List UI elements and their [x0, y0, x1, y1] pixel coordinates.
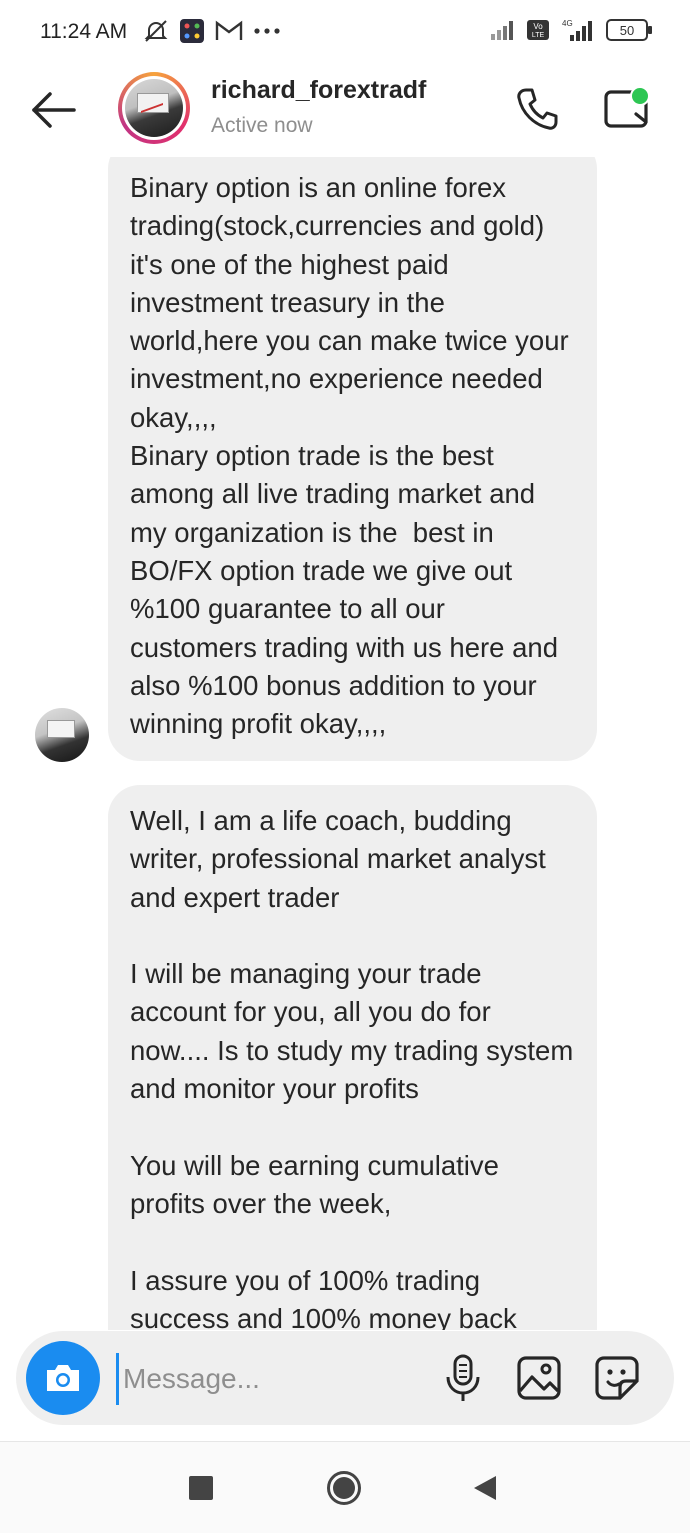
message-list[interactable]: Binary option is an online forex trading… [0, 157, 690, 1330]
message-composer [16, 1331, 674, 1425]
camera-button[interactable] [26, 1341, 100, 1415]
message-bubble[interactable]: Well, I am a life coach, budding writer,… [108, 785, 597, 1330]
phone-icon [517, 88, 558, 130]
message-bubble[interactable]: Binary option is an online forex trading… [108, 157, 597, 761]
svg-text:4G: 4G [562, 19, 573, 28]
sticker-icon [595, 1356, 639, 1400]
chat-username[interactable]: richard_forextradf [211, 76, 426, 105]
gallery-button[interactable] [516, 1355, 562, 1401]
signal-1-icon [490, 19, 516, 41]
status-time: 11:24 AM [40, 20, 128, 43]
profile-avatar[interactable] [118, 72, 190, 144]
svg-text:Vo: Vo [533, 22, 543, 31]
signal-4g-icon: 4G [560, 18, 596, 42]
avatar-image [125, 79, 183, 137]
status-system-icons: Vo LTE 4G 50 [490, 18, 654, 42]
system-nav-bar [0, 1441, 690, 1533]
app-grid-icon [179, 18, 205, 44]
camera-icon [47, 1365, 79, 1391]
sender-avatar[interactable] [35, 708, 89, 762]
gallery-icon [517, 1356, 561, 1400]
video-call-button[interactable] [602, 84, 656, 134]
more-dots-icon [253, 27, 281, 35]
microphone-button[interactable] [443, 1353, 483, 1403]
recents-square-icon[interactable] [189, 1476, 213, 1500]
message-input[interactable] [116, 1353, 425, 1405]
battery-icon: 50 [606, 18, 654, 42]
microphone-icon [446, 1354, 480, 1401]
status-bar: 11:24 AM Vo LTE 4G 50 [0, 0, 690, 62]
muted-alarm-icon [143, 18, 169, 44]
voice-call-button[interactable] [512, 84, 562, 134]
status-notification-icons [143, 18, 281, 44]
back-arrow-icon [32, 92, 76, 128]
online-indicator [630, 86, 650, 106]
svg-text:50: 50 [620, 23, 634, 38]
sticker-button[interactable] [594, 1355, 640, 1401]
home-circle-icon[interactable] [327, 1471, 361, 1505]
chat-header: richard_forextradf Active now [0, 62, 690, 157]
active-status: Active now [211, 114, 313, 137]
back-button[interactable] [28, 90, 80, 130]
volte-icon: Vo LTE [526, 19, 550, 41]
svg-text:LTE: LTE [532, 32, 545, 39]
gmail-icon [215, 20, 243, 42]
back-triangle-icon[interactable] [472, 1474, 498, 1502]
